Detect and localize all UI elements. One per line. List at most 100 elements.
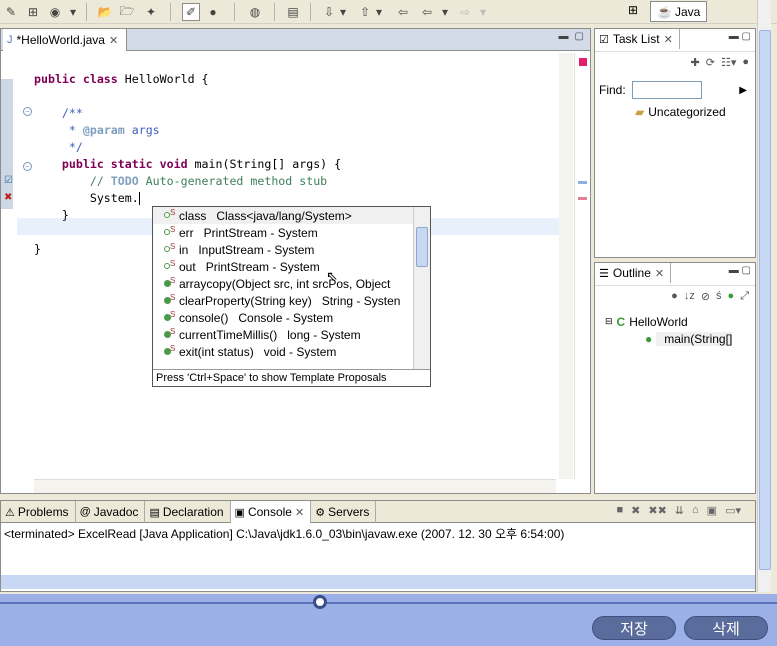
console-horizontal-scrollbar[interactable]	[1, 575, 755, 589]
maximize-icon[interactable]: ▢	[575, 31, 584, 42]
scroll-lock-icon[interactable]: ⇊	[675, 504, 684, 517]
tab-declaration[interactable]: ▤ Declaration	[145, 501, 231, 523]
tab-task-list[interactable]: ☑ Task List ✕	[595, 29, 680, 49]
remove-launch-icon[interactable]: ✖	[631, 504, 640, 517]
open-console-icon[interactable]: ▭▾	[725, 504, 741, 517]
terminate-icon[interactable]: ■	[616, 504, 623, 517]
hide-static-icon[interactable]: ⊘	[701, 290, 710, 305]
code-line[interactable]: ​	[34, 88, 341, 105]
maximize-icon[interactable]: ▢	[742, 31, 751, 42]
tab-problems[interactable]: ⚠ Problems	[1, 501, 76, 523]
error-overview-marker[interactable]	[579, 58, 587, 66]
tab-javadoc[interactable]: @ Javadoc	[76, 501, 146, 523]
minimize-icon[interactable]: ▬	[729, 31, 739, 42]
proposal-item[interactable]: Sarraycopy(Object src, int srcPos, Objec…	[153, 275, 414, 292]
task-list-icon: ☑	[599, 33, 609, 46]
proposal-item[interactable]: Sexit(int status) void - System	[153, 343, 414, 360]
proposal-item[interactable]: Sconsole() Console - System	[153, 309, 414, 326]
toggle-mark-occurrences-icon[interactable]: ✐	[182, 3, 200, 21]
minimize-icon[interactable]: ▬	[729, 265, 739, 276]
remove-all-icon[interactable]: ✖✖	[648, 504, 666, 517]
show-whitespace-icon[interactable]: ●	[204, 3, 222, 21]
slider-handle[interactable]	[313, 595, 327, 609]
back-dropdown-icon[interactable]: ▾	[436, 3, 454, 21]
code-line[interactable]: */	[34, 139, 341, 156]
hide-fields-icon[interactable]: ●	[671, 290, 678, 305]
annotation-icon[interactable]: ▤	[284, 3, 302, 21]
tree-node-method[interactable]: ● main(String[]	[605, 330, 733, 347]
minimize-icon[interactable]: ▬	[559, 31, 569, 42]
close-icon[interactable]: ✕	[664, 33, 673, 46]
code-line[interactable]: public static void main(String[] args) {	[34, 156, 341, 173]
open-folder-icon[interactable]: 🗁	[118, 3, 136, 21]
hide-local-types-icon[interactable]: ●	[728, 290, 735, 305]
close-icon[interactable]: ✕	[109, 34, 118, 47]
tab-servers[interactable]: ⚙ Servers	[311, 501, 377, 523]
close-icon[interactable]: ✕	[655, 267, 664, 280]
new-package-icon[interactable]: ⊞	[24, 3, 42, 21]
code-line[interactable]: // TODO Auto-generated method stub	[34, 173, 341, 190]
proposal-item[interactable]: Sclass Class<java/lang/System>	[153, 207, 414, 224]
maximize-icon[interactable]: ▢	[742, 265, 751, 276]
find-menu-arrow-icon[interactable]: ▶	[739, 85, 747, 96]
proposal-item[interactable]: Sin InputStream - System	[153, 241, 414, 258]
scrollbar-thumb[interactable]	[759, 30, 771, 570]
sort-icon[interactable]: ↓z	[684, 290, 695, 305]
delete-button[interactable]: 삭제	[684, 616, 768, 640]
proposal-item[interactable]: ScurrentTimeMillis() long - System	[153, 326, 414, 343]
tree-node-class[interactable]: ⊟ C HelloWorld	[605, 313, 732, 330]
new-wizard-icon[interactable]: ✎	[2, 3, 20, 21]
link-editor-icon[interactable]: ⤢	[740, 290, 749, 305]
prev-annotation-dropdown-icon[interactable]: ▾	[370, 3, 388, 21]
content-assist-scrollbar[interactable]	[413, 207, 430, 370]
save-button[interactable]: 저장	[592, 616, 676, 640]
task-overview-marker[interactable]	[578, 181, 587, 184]
code-line[interactable]: public class HelloWorld {	[34, 71, 341, 88]
editor-vertical-scrollbar[interactable]	[559, 53, 573, 479]
tab-outline[interactable]: ☰ Outline ✕	[595, 263, 672, 283]
proposal-item[interactable]: Sout PrintStream - System	[153, 258, 414, 275]
open-perspective-icon[interactable]: ⊞	[628, 3, 646, 21]
code-line[interactable]: * @param args	[34, 122, 341, 139]
new-class-icon[interactable]: ◉	[46, 3, 64, 21]
view-window-controls: ▬ ▢	[729, 31, 751, 42]
display-console-icon[interactable]: ▣	[707, 504, 717, 517]
error-overview-marker[interactable]	[578, 197, 587, 200]
fold-toggle-icon[interactable]: −	[23, 107, 32, 116]
proposal-item[interactable]: Serr PrintStream - System	[153, 224, 414, 241]
pin-console-icon[interactable]: ⌂	[692, 504, 699, 517]
synchronize-icon[interactable]: ⟳	[706, 56, 715, 71]
code-line[interactable]: /**	[34, 105, 341, 122]
mouse-cursor-icon: ⇖	[326, 268, 338, 284]
java-perspective-button[interactable]: ☕ Java	[650, 1, 708, 22]
scrollbar-thumb[interactable]	[416, 227, 428, 267]
forward-dropdown-icon[interactable]: ▾	[474, 3, 492, 21]
tab-console[interactable]: ▣ Console ✕	[230, 501, 312, 523]
find-input[interactable]	[631, 81, 702, 99]
editor-tab-label: *HelloWorld.java	[16, 33, 105, 47]
last-edit-icon[interactable]: ⇦	[394, 3, 412, 21]
text-caret	[138, 192, 140, 205]
code-token: }	[34, 242, 41, 256]
open-type-icon[interactable]: 📂	[96, 3, 114, 21]
globe-icon[interactable]: ◍	[246, 3, 264, 21]
focus-icon[interactable]: ●	[742, 56, 749, 71]
window-vertical-scrollbar[interactable]	[757, 0, 771, 592]
view-window-controls: ▬ ▢	[729, 265, 751, 276]
code-line[interactable]: System.	[34, 190, 341, 207]
hide-nonpublic-icon[interactable]: ś	[716, 290, 722, 305]
category-uncategorized[interactable]: ▰ Uncategorized	[635, 105, 726, 119]
editor-tab-helloworld[interactable]: J *HelloWorld.java ✕	[3, 29, 128, 51]
next-annotation-dropdown-icon[interactable]: ▾	[334, 3, 352, 21]
proposal-item[interactable]: SclearProperty(String key) String - Syste…	[153, 292, 414, 309]
editor-horizontal-scrollbar[interactable]	[34, 479, 556, 493]
close-icon[interactable]: ✕	[295, 506, 304, 519]
fold-toggle-icon[interactable]: −	[23, 162, 32, 171]
categorize-icon[interactable]: ☷▾	[721, 56, 736, 71]
forward-icon[interactable]: ⇨	[456, 3, 474, 21]
collapse-icon[interactable]: ⊟	[605, 316, 613, 327]
back-icon[interactable]: ⇦	[418, 3, 436, 21]
new-task-icon[interactable]: ✚	[691, 56, 700, 71]
tools-icon[interactable]: ✦	[142, 3, 160, 21]
new-class-dropdown-icon[interactable]: ▾	[64, 3, 82, 21]
